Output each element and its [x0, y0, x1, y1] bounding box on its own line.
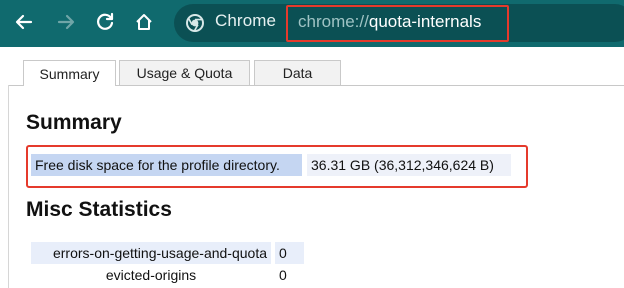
free-disk-label: Free disk space for the profile director… [31, 154, 302, 176]
tab-usage-quota-label: Usage & Quota [136, 65, 233, 81]
tab-summary[interactable]: Summary [23, 60, 116, 86]
home-button[interactable] [128, 6, 160, 38]
arrow-left-icon [15, 14, 33, 30]
back-button[interactable] [8, 6, 40, 38]
url-scheme: chrome:// [298, 12, 369, 31]
tab-usage-quota[interactable]: Usage & Quota [119, 60, 250, 85]
content-border [8, 85, 9, 288]
summary-heading: Summary [26, 111, 122, 134]
tab-data[interactable]: Data [254, 60, 341, 85]
tab-summary-label: Summary [39, 65, 100, 82]
arrow-right-icon [57, 14, 75, 30]
reload-icon [97, 12, 114, 30]
browser-toolbar: Chrome chrome://quota-internals [0, 0, 624, 47]
misc-row-value: 0 [275, 264, 304, 286]
site-chip-label[interactable]: Chrome [215, 11, 276, 31]
home-icon [136, 14, 152, 30]
reload-button[interactable] [89, 6, 121, 38]
url-text[interactable]: chrome://quota-internals [298, 12, 481, 32]
chrome-icon [186, 14, 204, 32]
misc-row-name: evicted-origins [31, 264, 271, 286]
misc-heading: Misc Statistics [26, 198, 172, 221]
url-host: quota-internals [368, 12, 482, 31]
tab-data-label: Data [282, 65, 313, 81]
misc-row-name: errors-on-getting-usage-and-quota [31, 242, 271, 264]
misc-row-value: 0 [275, 242, 304, 264]
forward-button[interactable] [50, 6, 82, 38]
free-disk-value: 36.31 GB (36,312,346,624 B) [307, 154, 511, 176]
